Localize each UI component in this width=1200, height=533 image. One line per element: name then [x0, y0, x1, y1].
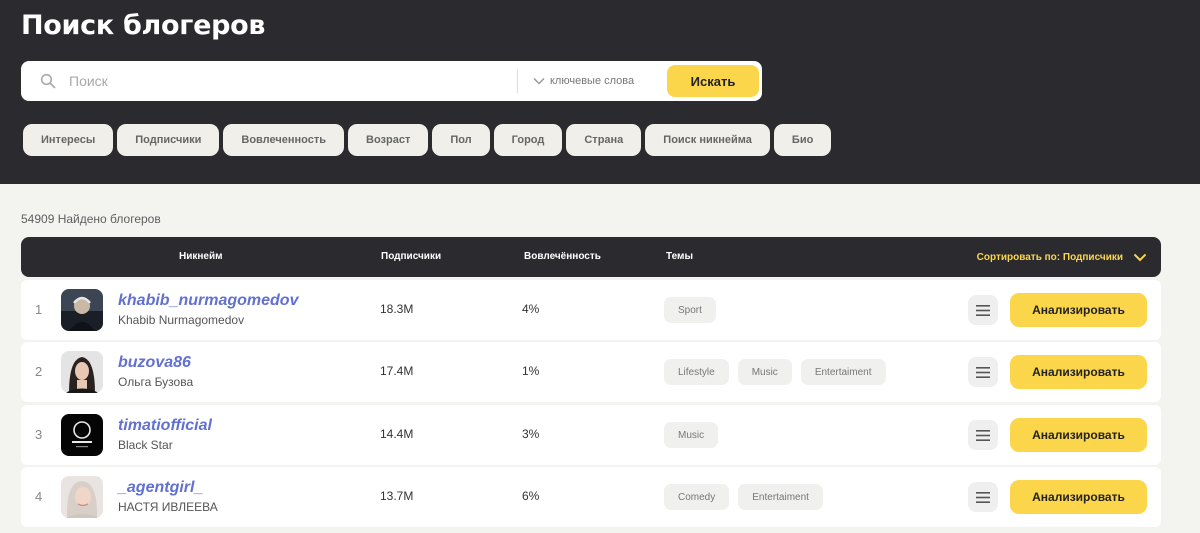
row-topics: Lifestyle Music Entertaiment — [664, 359, 886, 385]
row-engagement: 3% — [522, 427, 540, 441]
row-subscribers: 18.3M — [380, 302, 414, 316]
filter-age[interactable]: Возраст — [348, 124, 429, 156]
filter-gender[interactable]: Пол — [432, 124, 490, 156]
row-menu-button[interactable] — [968, 420, 998, 450]
filter-nickname-search[interactable]: Поиск никнейма — [645, 124, 770, 156]
chevron-down-icon — [533, 77, 545, 85]
search-box: ключевые слова Искать — [21, 61, 762, 101]
hamburger-icon — [976, 366, 990, 378]
search-button[interactable]: Искать — [667, 65, 759, 97]
row-topics: Comedy Entertaiment — [664, 484, 823, 510]
row-subscribers: 13.7M — [380, 489, 414, 503]
row-rank: 4 — [35, 489, 43, 504]
row-engagement: 6% — [522, 489, 540, 503]
results-count: 54909 Найдено блогеров — [21, 212, 161, 226]
row-real-name: Khabib Nurmagomedov — [118, 313, 245, 327]
row-menu-button[interactable] — [968, 357, 998, 387]
row-real-name: Ольга Бузова — [118, 375, 194, 389]
chevron-down-icon — [1133, 253, 1147, 261]
column-nickname: Никнейм — [179, 251, 223, 262]
row-nickname-link[interactable]: khabib_nurmagomedov — [118, 292, 298, 310]
table-row: 2 buzova86 Ольга Бузова 17.4M 1% Lifesty… — [21, 342, 1161, 402]
analyze-button[interactable]: Анализировать — [1010, 418, 1147, 452]
column-topics: Темы — [666, 251, 693, 262]
table-row: 4 _agentgirl_ НАСТЯ ИВЛЕЕВА 13.7M 6% Com… — [21, 467, 1161, 527]
row-topics: Sport — [664, 297, 716, 323]
topic-chip: Music — [737, 359, 792, 385]
sort-label: Сортировать по: Подписчики — [976, 251, 1123, 263]
column-engagement: Вовлечённость — [524, 251, 601, 262]
hamburger-icon — [976, 304, 990, 316]
row-menu-button[interactable] — [968, 295, 998, 325]
table-header: Никнейм Подписчики Вовлечённость Темы Со… — [21, 237, 1161, 277]
table-row: 1 khabib_nurmagomedov Khabib Nurmagomedo… — [21, 280, 1161, 340]
row-menu-button[interactable] — [968, 482, 998, 512]
search-divider — [517, 69, 518, 93]
row-rank: 3 — [35, 427, 43, 442]
row-topics: Music — [664, 422, 719, 448]
analyze-button[interactable]: Анализировать — [1010, 480, 1147, 514]
row-nickname-link[interactable]: timatiofficial — [118, 417, 212, 435]
row-real-name: НАСТЯ ИВЛЕЕВА — [118, 500, 218, 514]
column-subscribers: Подписчики — [381, 251, 442, 262]
header-panel: Поиск блогеров ключевые слова Искать Инт… — [0, 0, 1200, 184]
avatar[interactable] — [61, 476, 103, 518]
search-mode-label: ключевые слова — [550, 75, 635, 87]
analyze-button[interactable]: Анализировать — [1010, 355, 1147, 389]
topic-chip: Entertaiment — [738, 484, 823, 510]
avatar[interactable] — [61, 289, 103, 331]
avatar[interactable] — [61, 414, 103, 456]
filter-interests[interactable]: Интересы — [23, 124, 114, 156]
hamburger-icon — [976, 429, 990, 441]
search-mode-select[interactable]: ключевые слова — [533, 61, 634, 101]
search-icon — [40, 73, 56, 89]
analyze-button[interactable]: Анализировать — [1010, 293, 1147, 327]
topic-chip: Entertaiment — [800, 359, 886, 385]
row-engagement: 4% — [522, 302, 540, 316]
page-title: Поиск блогеров — [21, 10, 266, 41]
filter-engagement[interactable]: Вовлеченность — [223, 124, 344, 156]
table-row: 3 timatiofficial Black Star 14.4M 3% Mus… — [21, 405, 1161, 465]
filter-bar: Интересы Подписчики Вовлеченность Возрас… — [23, 124, 832, 156]
row-nickname-link[interactable]: _agentgirl_ — [118, 479, 203, 497]
filter-country[interactable]: Страна — [566, 124, 642, 156]
row-nickname-link[interactable]: buzova86 — [118, 354, 191, 372]
row-engagement: 1% — [522, 364, 540, 378]
row-subscribers: 17.4M — [380, 364, 414, 378]
topic-chip: Music — [664, 422, 719, 448]
search-input[interactable] — [69, 67, 509, 95]
topic-chip: Sport — [664, 297, 716, 323]
row-rank: 2 — [35, 364, 43, 379]
hamburger-icon — [976, 491, 990, 503]
row-real-name: Black Star — [118, 438, 173, 452]
filter-city[interactable]: Город — [493, 124, 563, 156]
filter-bio[interactable]: Био — [773, 124, 832, 156]
avatar[interactable] — [61, 351, 103, 393]
row-subscribers: 14.4M — [380, 427, 414, 441]
sort-dropdown[interactable]: Сортировать по: Подписчики — [977, 237, 1147, 277]
topic-chip: Lifestyle — [664, 359, 729, 385]
row-rank: 1 — [35, 302, 43, 317]
topic-chip: Comedy — [664, 484, 730, 510]
filter-subscribers[interactable]: Подписчики — [117, 124, 220, 156]
